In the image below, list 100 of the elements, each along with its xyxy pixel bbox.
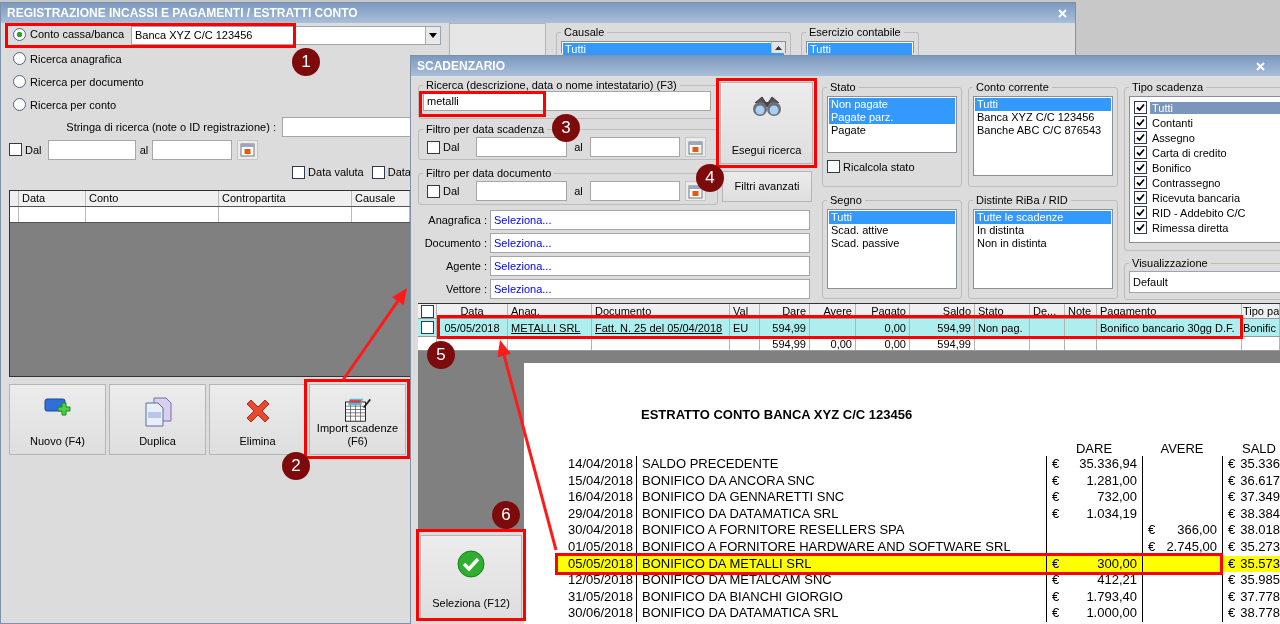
currency-symbol: € bbox=[1228, 472, 1236, 490]
date-field[interactable] bbox=[152, 139, 232, 160]
list-item[interactable]: Pagate bbox=[829, 124, 955, 137]
lookup-field[interactable]: Seleziona... bbox=[490, 255, 810, 276]
column-header[interactable]: Note bbox=[1065, 304, 1097, 318]
list-item[interactable]: Banche ABC C/C 876543 bbox=[975, 124, 1111, 137]
statement-description: BONIFICO DA METALCAM SNC bbox=[636, 572, 1046, 589]
link[interactable]: Fatt. N. 25 del 05/04/2018 bbox=[595, 321, 723, 334]
window-title: SCADENZARIO bbox=[417, 59, 505, 73]
column-header[interactable]: Pagamento bbox=[1097, 304, 1242, 318]
search-button[interactable]: Esegui ricerca bbox=[720, 82, 813, 164]
list-item[interactable]: Carta di credito bbox=[1150, 146, 1280, 159]
link[interactable]: METALLI SRL bbox=[511, 321, 581, 334]
lookup-field[interactable]: Seleziona... bbox=[490, 232, 810, 253]
column-header[interactable]: Conto bbox=[86, 191, 219, 206]
column-header[interactable]: Stato bbox=[975, 304, 1030, 318]
amount-value: 35.573 bbox=[1240, 555, 1280, 573]
statement-description: BONIFICO DA DATAMATICA SRL bbox=[636, 505, 1046, 523]
date-field[interactable] bbox=[476, 181, 567, 201]
list-item[interactable]: Bonifico bbox=[1150, 161, 1280, 174]
list-item[interactable]: Banca XYZ C/C 123456 bbox=[975, 111, 1111, 124]
column-header[interactable]: Dare bbox=[760, 304, 810, 318]
list-item[interactable]: Rimessa diretta bbox=[1150, 221, 1280, 234]
list-item[interactable]: In distinta bbox=[975, 224, 1111, 237]
list-item[interactable]: Non in distinta bbox=[975, 237, 1111, 250]
table-cell: Bonific bbox=[1243, 321, 1277, 334]
currency-symbol: € bbox=[1148, 538, 1156, 556]
list-item[interactable]: Contrassegno bbox=[1150, 176, 1280, 189]
group-title: Esercizio contabile bbox=[808, 26, 902, 38]
filters-button[interactable]: Filtri avanzati bbox=[722, 171, 812, 202]
checkbox[interactable]: Data valuta bbox=[292, 165, 364, 179]
column-header[interactable]: Val bbox=[730, 304, 760, 318]
list-item[interactable]: Scad. attive bbox=[829, 224, 955, 237]
close-icon[interactable] bbox=[1256, 61, 1265, 71]
column-header: AVERE bbox=[1160, 441, 1204, 456]
column-header[interactable]: De... bbox=[1030, 304, 1065, 318]
checkbox[interactable]: Dal bbox=[427, 184, 476, 198]
column-header[interactable]: Avere bbox=[810, 304, 856, 318]
toolbar-button[interactable] bbox=[449, 23, 546, 56]
statement-description: BONIFICO A FORNITORE HARDWARE AND SOFTWARE SRL bbox=[636, 538, 1046, 556]
statement-date: 05/05/2018 bbox=[566, 555, 634, 573]
column-header[interactable]: Contropartita bbox=[219, 191, 352, 206]
total-cell: 594,99 bbox=[772, 337, 806, 350]
field-label: Anagrafica : bbox=[427, 213, 488, 226]
statement-date: 29/04/2018 bbox=[566, 505, 634, 523]
column-header[interactable]: Saldo bbox=[910, 304, 975, 318]
account-select[interactable]: Banca XYZ C/C 123456 bbox=[131, 25, 441, 45]
currency-symbol: € bbox=[1228, 538, 1236, 556]
date-field[interactable] bbox=[590, 137, 680, 157]
lookup-field[interactable]: Seleziona... bbox=[490, 278, 810, 299]
statement-description: SALDO PRECEDENTE bbox=[636, 456, 1046, 473]
currency-symbol: € bbox=[1228, 456, 1236, 473]
radio-option[interactable]: Ricerca anagrafica bbox=[13, 52, 122, 65]
binoculars-icon bbox=[751, 95, 782, 117]
group-title: Causale bbox=[563, 26, 606, 38]
column-header[interactable]: Documento bbox=[592, 304, 730, 318]
grid-row[interactable]: 05/05/2018 METALLI SRL Fatt. N. 25 del 05/04/2018 EU 594,99 0,00 594,99 Non pag. Bonifico bancario 30gg D.F. Bonific bbox=[418, 319, 1280, 337]
checkbox[interactable]: Dal bbox=[9, 143, 48, 156]
list-item[interactable]: Contanti bbox=[1150, 116, 1280, 129]
window-title: REGISTRAZIONE INCASSI E PAGAMENTI / ESTRATTI CONTO bbox=[7, 6, 358, 20]
checkbox[interactable]: Ricalcola stato bbox=[827, 160, 915, 173]
column-header[interactable]: Data bbox=[437, 304, 508, 318]
search-string-field[interactable] bbox=[282, 117, 411, 137]
statement-title: ESTRATTO CONTO BANCA XYZ C/C 123456 bbox=[641, 407, 913, 422]
toolbar-button[interactable]: Elimina bbox=[209, 384, 306, 455]
field-label: Agente : bbox=[445, 259, 488, 272]
radio-option[interactable]: Ricerca per conto bbox=[13, 98, 117, 111]
currency-symbol: € bbox=[1052, 588, 1060, 606]
radio-option[interactable]: Conto cassa/banca bbox=[13, 27, 125, 41]
total-cell: 0,00 bbox=[830, 337, 852, 350]
group-title: Stato bbox=[829, 81, 857, 93]
radio-option[interactable]: Ricerca per documento bbox=[13, 75, 144, 88]
close-icon[interactable] bbox=[1058, 8, 1067, 18]
list-item[interactable]: Ricevuta bancaria bbox=[1150, 191, 1280, 204]
list-item[interactable]: Assegno bbox=[1150, 131, 1280, 144]
select-button[interactable]: Seleziona (F12) bbox=[420, 535, 522, 619]
amount-value: 35.336 bbox=[1240, 456, 1280, 473]
statement-description: BONIFICO DA DATAMATICA SRL bbox=[636, 605, 1046, 622]
list-item[interactable]: RID - Addebito C/C bbox=[1150, 206, 1280, 219]
toolbar-button[interactable]: Nuovo (F4) bbox=[9, 384, 106, 455]
scroll-up-button[interactable] bbox=[771, 42, 785, 53]
checkbox[interactable]: Dal bbox=[427, 140, 476, 154]
date-field[interactable] bbox=[476, 137, 567, 157]
date-field[interactable] bbox=[590, 181, 680, 201]
amount-value: 38.384 bbox=[1240, 505, 1280, 523]
list-item[interactable]: Scad. passive bbox=[829, 237, 955, 250]
column-header[interactable]: Pagato bbox=[856, 304, 910, 318]
lookup-field[interactable]: Seleziona... bbox=[490, 209, 810, 230]
checkbox[interactable]: Data bbox=[371, 165, 411, 179]
column-header[interactable]: Tipo pa bbox=[1242, 304, 1280, 318]
amount-value: 37.349 bbox=[1240, 489, 1280, 506]
amount-value: 412,21 bbox=[1097, 572, 1137, 589]
toolbar-button[interactable]: Duplica bbox=[109, 384, 206, 455]
column-header[interactable]: Data bbox=[19, 191, 86, 206]
date-field[interactable] bbox=[48, 139, 136, 160]
currency-symbol: € bbox=[1228, 605, 1236, 622]
view-select[interactable]: Default bbox=[1129, 271, 1280, 293]
toolbar-button[interactable]: Import scadenze (F6) bbox=[309, 384, 406, 455]
search-field[interactable]: metalli bbox=[423, 91, 711, 111]
amount-value: 2.745,00 bbox=[1166, 538, 1217, 556]
